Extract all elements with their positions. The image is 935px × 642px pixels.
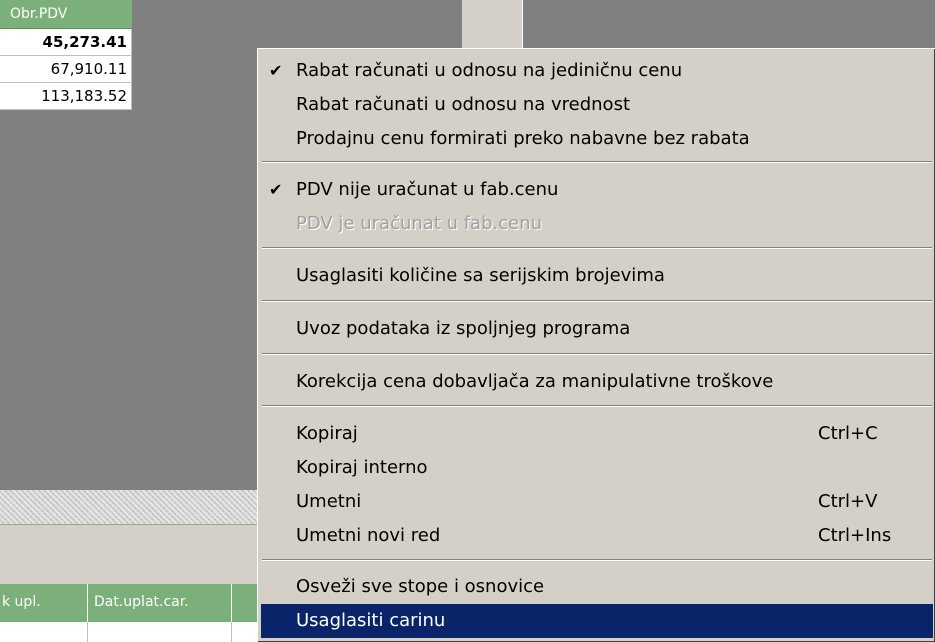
bottom-grid-header: k upl. Dat.uplat.car. xyxy=(0,584,262,622)
menu-item-pdv-je-uracunat: PDV je uračunat u fab.cenu xyxy=(261,207,933,241)
menu-item-usaglasiti-kolicine[interactable]: Usaglasiti količine sa serijskim brojevi… xyxy=(261,259,933,293)
menu-item-umetni[interactable]: Umetni Ctrl+V xyxy=(261,485,933,519)
lower-panel xyxy=(0,524,262,584)
menu-separator xyxy=(262,161,932,163)
splitter-bar[interactable] xyxy=(0,490,262,524)
grid-cell[interactable] xyxy=(0,622,88,642)
menu-separator xyxy=(262,353,932,355)
column-header-upl[interactable]: k upl. xyxy=(0,584,88,622)
menu-separator xyxy=(262,559,932,561)
right-pane xyxy=(522,0,935,48)
menu-item-label: Kopiraj xyxy=(296,423,358,444)
menu-item-label: Umetni novi red xyxy=(296,525,441,546)
grid-cell[interactable]: 67,910.11 xyxy=(0,56,132,83)
menu-item-rabat-vrednost[interactable]: Rabat računati u odnosu na vrednost xyxy=(261,88,933,122)
menu-item-kopiraj[interactable]: Kopiraj Ctrl+C xyxy=(261,417,933,451)
grid-cell[interactable]: 45,273.41 xyxy=(0,29,132,56)
menu-separator xyxy=(262,247,932,249)
menu-item-shortcut: Ctrl+C xyxy=(818,423,878,444)
menu-item-label: PDV je uračunat u fab.cenu xyxy=(296,213,543,234)
menu-item-uvoz-podataka[interactable]: Uvoz podataka iz spoljnjeg programa xyxy=(261,312,933,346)
column-header-obr-pdv[interactable]: Obr.PDV xyxy=(0,0,132,29)
menu-item-rabat-jedinicna-cena[interactable]: ✔ Rabat računati u odnosu na jediničnu c… xyxy=(261,54,933,88)
menu-item-label: Usaglasiti količine sa serijskim brojevi… xyxy=(296,265,665,286)
column-header-dat-uplat-car[interactable]: Dat.uplat.car. xyxy=(88,584,232,622)
checkmark-icon: ✔ xyxy=(269,61,283,80)
menu-item-label: Prodajnu cenu formirati preko nabavne be… xyxy=(296,128,750,149)
grid-cell[interactable]: 113,183.52 xyxy=(0,83,132,110)
menu-item-label: Rabat računati u odnosu na vrednost xyxy=(296,94,631,115)
menu-item-label: PDV nije uračunat u fab.cenu xyxy=(296,179,559,200)
checkmark-icon: ✔ xyxy=(269,180,283,199)
menu-item-umetni-novi-red[interactable]: Umetni novi red Ctrl+Ins xyxy=(261,519,933,553)
menu-separator xyxy=(262,405,932,407)
menu-item-label: Umetni xyxy=(296,491,362,512)
grid-cell[interactable] xyxy=(88,622,232,642)
menu-item-kopiraj-interno[interactable]: Kopiraj interno xyxy=(261,451,933,485)
menu-item-label: Kopiraj interno xyxy=(296,457,428,478)
menu-item-korekcija-cena[interactable]: Korekcija cena dobavljača za manipulativ… xyxy=(261,365,933,399)
menu-item-label: Uvoz podataka iz spoljnjeg programa xyxy=(296,318,631,339)
menu-item-label: Usaglasiti carinu xyxy=(296,610,446,631)
menu-item-label: Osveži sve stope i osnovice xyxy=(296,576,545,597)
top-grid: Obr.PDV 45,273.41 67,910.11 113,183.52 xyxy=(0,0,132,140)
menu-separator xyxy=(262,300,932,302)
window-frame xyxy=(462,0,522,48)
menu-item-pdv-nije-uracunat[interactable]: ✔ PDV nije uračunat u fab.cenu xyxy=(261,173,933,207)
menu-item-label: Rabat računati u odnosu na jediničnu cen… xyxy=(296,60,683,81)
menu-item-osvezi-stope[interactable]: Osveži sve stope i osnovice xyxy=(261,570,933,604)
menu-item-shortcut: Ctrl+Ins xyxy=(818,525,892,546)
menu-item-usaglasiti-carinu[interactable]: Usaglasiti carinu xyxy=(261,604,933,638)
menu-item-shortcut: Ctrl+V xyxy=(818,491,878,512)
context-menu: ✔ Rabat računati u odnosu na jediničnu c… xyxy=(257,48,935,642)
menu-item-prodajna-cena-bez-rabata[interactable]: Prodajnu cenu formirati preko nabavne be… xyxy=(261,122,933,156)
menu-item-label: Korekcija cena dobavljača za manipulativ… xyxy=(296,371,774,392)
